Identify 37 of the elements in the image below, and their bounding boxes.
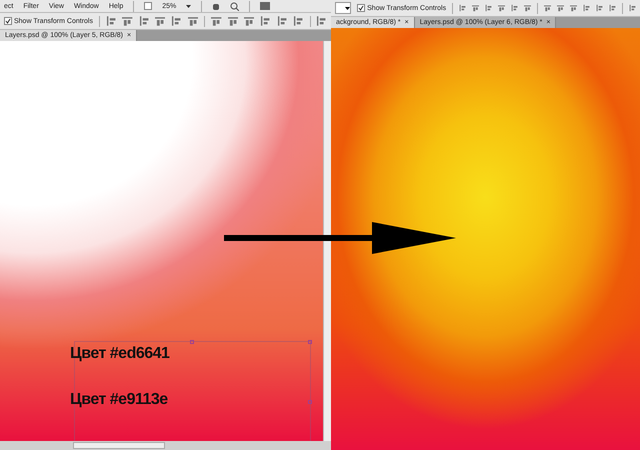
align-icon[interactable] (106, 16, 116, 26)
align-icon[interactable] (211, 16, 222, 26)
align-icon[interactable] (260, 16, 271, 26)
align-icon[interactable] (171, 16, 182, 26)
align-icon[interactable] (596, 3, 604, 13)
align-icon[interactable] (138, 16, 150, 26)
align-icon[interactable] (458, 3, 466, 13)
horizontal-scrollbar[interactable] (73, 442, 165, 449)
align-icon[interactable] (155, 16, 166, 26)
align-icon[interactable] (583, 3, 590, 13)
align-icon[interactable] (316, 16, 327, 26)
caret-icon[interactable] (186, 4, 192, 8)
align-icon[interactable] (570, 3, 578, 13)
transform-checkbox[interactable] (4, 17, 12, 25)
vertical-scrollbar[interactable] (323, 41, 331, 441)
align-icon[interactable] (628, 3, 636, 13)
align-icon[interactable] (484, 3, 492, 13)
align-icon[interactable] (188, 16, 198, 26)
color-caption: Цвет #e9113e (70, 391, 168, 409)
align-icon[interactable] (276, 16, 288, 26)
align-icon[interactable] (122, 16, 133, 26)
align-icon[interactable] (498, 3, 506, 13)
align-icon[interactable] (609, 3, 616, 13)
caret-icon[interactable] (345, 6, 350, 10)
align-icon[interactable] (228, 16, 238, 26)
zoom-icon[interactable] (230, 2, 240, 10)
align-icon[interactable] (544, 3, 551, 13)
align-icon[interactable] (293, 16, 304, 26)
align-icon[interactable] (524, 3, 532, 13)
align-icon[interactable] (244, 16, 254, 26)
screen-mode-icon[interactable] (144, 2, 152, 10)
transform-checkbox[interactable] (357, 4, 366, 12)
color-caption: Цвет #ed6641 (70, 345, 170, 363)
align-icon[interactable] (511, 3, 518, 13)
align-icon[interactable] (472, 3, 479, 13)
preset-dropdown[interactable] (335, 2, 352, 14)
align-icon[interactable] (556, 3, 564, 13)
